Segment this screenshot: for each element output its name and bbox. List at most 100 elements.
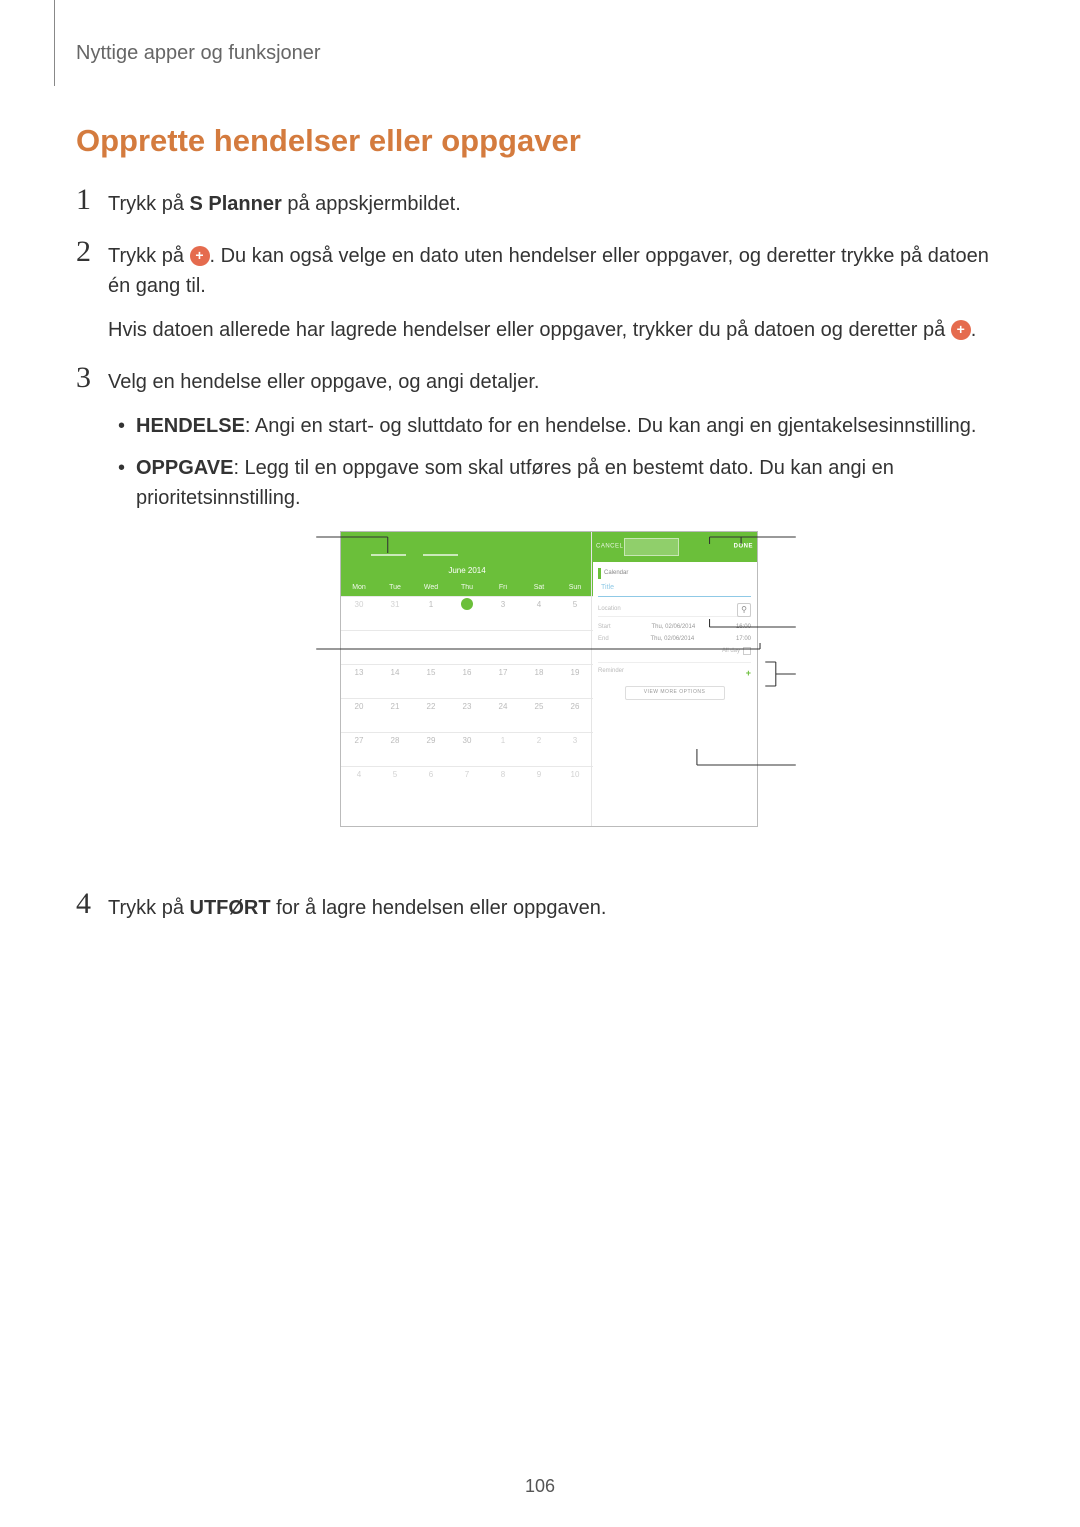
step-1: 1 Trykk på S Planner på appskjermbildet. bbox=[76, 189, 1004, 219]
title-input[interactable]: Title bbox=[598, 581, 751, 597]
running-header: Nyttige apper og funksjoner bbox=[76, 42, 1004, 65]
text: : Angi en start- og sluttdato for en hen… bbox=[245, 415, 977, 437]
bullet-event: HENDELSE: Angi en start- og sluttdato fo… bbox=[108, 411, 1004, 441]
calendar-pane: June 2014 Mon Tue Wed Thu Fri Sat Sun bbox=[341, 532, 593, 826]
start-label: Start bbox=[598, 623, 611, 632]
calendar-day: 29 bbox=[413, 732, 449, 766]
calendar-day: 23 bbox=[449, 698, 485, 732]
text: . bbox=[971, 319, 977, 341]
end-value: Thu, 02/06/2014 bbox=[650, 635, 694, 644]
location-input[interactable]: Location ⚲ bbox=[598, 603, 751, 617]
plus-icon: + bbox=[190, 246, 210, 266]
reminder-row[interactable]: Reminder + bbox=[598, 662, 751, 681]
step-body: Trykk på S Planner på appskjermbildet. bbox=[108, 189, 1004, 219]
calendar-day: 3 bbox=[557, 732, 593, 766]
steps-list: 1 Trykk på S Planner på appskjermbildet.… bbox=[76, 189, 1004, 923]
end-label: End bbox=[598, 635, 609, 644]
calendar-day: 24 bbox=[485, 698, 521, 732]
end-date-row[interactable]: End Thu, 02/06/2014 17:00 bbox=[598, 635, 751, 644]
calendar-day: 9 bbox=[521, 766, 557, 800]
calendar-day: 18 bbox=[521, 664, 557, 698]
calendar-day: 16 bbox=[449, 664, 485, 698]
calendar-grid: 30 31 1 2 3 4 5 bbox=[341, 596, 593, 800]
event-form-pane: CANCEL DONE Calendar Title Location ⚲ bbox=[591, 532, 757, 826]
text: på appskjermbildet. bbox=[282, 193, 461, 215]
add-reminder-icon[interactable]: + bbox=[746, 667, 751, 681]
calendar-day: 22 bbox=[413, 698, 449, 732]
calendar-selector-box[interactable] bbox=[624, 538, 679, 556]
text: : Legg til en oppgave som skal utføres p… bbox=[136, 457, 894, 509]
calendar-day: 28 bbox=[377, 732, 413, 766]
calendar-day: 14 bbox=[377, 664, 413, 698]
calendar-day: 25 bbox=[521, 698, 557, 732]
calendar-day: 30 bbox=[341, 596, 377, 630]
calendar-day: 17 bbox=[485, 664, 521, 698]
text: Hvis datoen allerede har lagrede hendels… bbox=[108, 319, 951, 341]
step-number: 3 bbox=[76, 363, 108, 393]
calendar-day: 30 bbox=[449, 732, 485, 766]
all-day-checkbox[interactable] bbox=[743, 647, 751, 655]
text: Trykk på bbox=[108, 897, 190, 919]
calendar-day: 19 bbox=[557, 664, 593, 698]
calendar-day: 3 bbox=[485, 596, 521, 630]
calendar-day: 26 bbox=[557, 698, 593, 732]
calendar-day: 4 bbox=[521, 596, 557, 630]
bullet-label: OPPGAVE bbox=[136, 457, 233, 479]
calendar-month-label: June 2014 bbox=[341, 562, 593, 580]
calendar-day: 27 bbox=[341, 732, 377, 766]
day-header: Thu bbox=[449, 583, 485, 594]
done-label: UTFØRT bbox=[190, 897, 271, 919]
bullet-task: OPPGAVE: Legg til en oppgave som skal ut… bbox=[108, 453, 1004, 513]
view-more-options-button[interactable]: VIEW MORE OPTIONS bbox=[625, 686, 725, 700]
calendar-day bbox=[521, 630, 557, 664]
calendar-day: 8 bbox=[485, 766, 521, 800]
calendar-day bbox=[341, 630, 377, 664]
section-title: Opprette hendelser eller oppgaver bbox=[76, 123, 1004, 159]
app-name: S Planner bbox=[190, 193, 282, 215]
calendar-day: 5 bbox=[557, 596, 593, 630]
text: Trykk på bbox=[108, 193, 190, 215]
map-pin-icon[interactable]: ⚲ bbox=[737, 603, 751, 617]
step-body: Trykk på +. Du kan også velge en dato ut… bbox=[108, 241, 1004, 345]
step-3: 3 Velg en hendelse eller oppgave, og ang… bbox=[76, 367, 1004, 871]
end-time: 17:00 bbox=[736, 635, 751, 644]
calendar-day bbox=[413, 630, 449, 664]
calendar-day: 6 bbox=[413, 766, 449, 800]
calendar-day bbox=[449, 630, 485, 664]
day-header: Fri bbox=[485, 583, 521, 594]
all-day-row[interactable]: All day bbox=[598, 647, 751, 656]
calendar-tab-indicator bbox=[371, 554, 406, 556]
calendar-field[interactable]: Calendar bbox=[598, 568, 751, 579]
cancel-button[interactable]: CANCEL bbox=[596, 543, 623, 552]
text: Velg en hendelse eller oppgave, og angi … bbox=[108, 367, 1004, 397]
calendar-day: 31 bbox=[377, 596, 413, 630]
tablet-mockup: June 2014 Mon Tue Wed Thu Fri Sat Sun bbox=[340, 531, 758, 827]
done-button[interactable]: DONE bbox=[734, 543, 753, 552]
event-form-topbar: CANCEL DONE bbox=[592, 532, 757, 562]
calendar-day: 1 bbox=[485, 732, 521, 766]
step-number: 4 bbox=[76, 889, 108, 919]
start-date-row[interactable]: Start Thu, 02/06/2014 16:00 bbox=[598, 623, 751, 632]
day-header: Mon bbox=[341, 583, 377, 594]
text: . Du kan også velge en dato uten hendels… bbox=[108, 245, 989, 297]
page-number: 106 bbox=[0, 1476, 1080, 1497]
location-placeholder: Location bbox=[598, 606, 621, 612]
step-body: Trykk på UTFØRT for å lagre hendelsen el… bbox=[108, 893, 1004, 923]
plus-icon: + bbox=[951, 320, 971, 340]
step-number: 2 bbox=[76, 237, 108, 267]
calendar-day: 1 bbox=[413, 596, 449, 630]
step-number: 1 bbox=[76, 185, 108, 215]
start-time: 16:00 bbox=[736, 623, 751, 632]
calendar-day: 21 bbox=[377, 698, 413, 732]
text: for å lagre hendelsen eller oppgaven. bbox=[271, 897, 607, 919]
diagram: Velg et element. Legg ved et kart som vi… bbox=[108, 531, 1004, 851]
left-margin-rule bbox=[54, 0, 55, 86]
text: Trykk på bbox=[108, 245, 190, 267]
calendar-topbar bbox=[341, 532, 593, 562]
day-header: Sat bbox=[521, 583, 557, 594]
calendar-day bbox=[377, 630, 413, 664]
calendar-day bbox=[557, 630, 593, 664]
page-container: Nyttige apper og funksjoner Opprette hen… bbox=[0, 0, 1080, 923]
calendar-day bbox=[485, 630, 521, 664]
calendar-day: 4 bbox=[341, 766, 377, 800]
